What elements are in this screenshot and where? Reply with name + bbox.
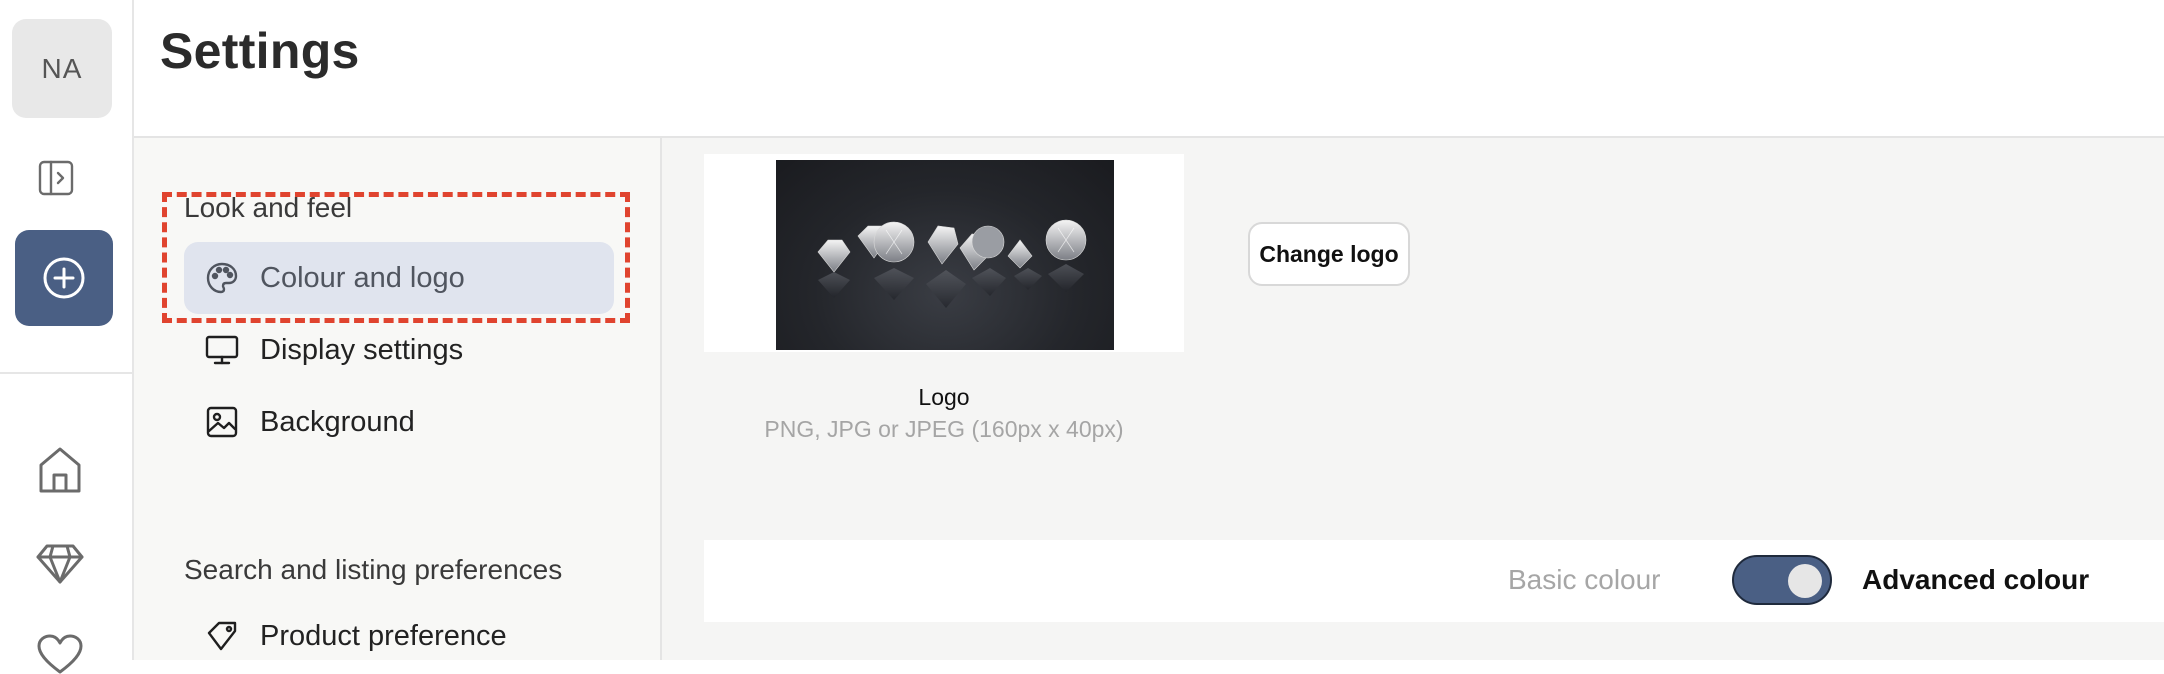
nav-item-background[interactable]: Background	[184, 386, 614, 458]
settings-nav: Look and feel Colour and logo Display se…	[134, 138, 662, 660]
logo-caption: Logo	[918, 384, 970, 410]
avatar[interactable]: NA	[12, 19, 112, 118]
image-icon	[204, 404, 240, 440]
sidebar-expand-icon[interactable]	[36, 158, 76, 198]
nav-item-label: Colour and logo	[260, 261, 465, 294]
page-title: Settings	[160, 23, 360, 79]
nav-group-title-search-and-listing: Search and listing preferences	[184, 554, 563, 585]
nav-item-display-settings[interactable]: Display settings	[184, 314, 614, 386]
add-button[interactable]	[15, 230, 113, 326]
diamond-icon[interactable]	[34, 540, 86, 588]
advanced-colour-label: Advanced colour	[1862, 564, 2090, 595]
nav-group-title-look-and-feel: Look and feel	[184, 192, 353, 223]
icon-rail: NA	[0, 0, 134, 674]
logo-preview-card	[704, 154, 1184, 352]
nav-item-label: Product preference	[260, 619, 507, 652]
monitor-icon	[204, 332, 240, 368]
logo-format-hint: PNG, JPG or JPEG (160px x 40px)	[764, 416, 1124, 442]
colour-mode-toggle[interactable]	[1732, 555, 1832, 605]
heart-icon[interactable]	[34, 634, 86, 674]
plus-circle-icon	[43, 257, 85, 299]
nav-item-colour-and-logo[interactable]: Colour and logo	[184, 242, 614, 314]
logo-image	[776, 160, 1114, 350]
settings-content: Logo PNG, JPG or JPEG (160px x 40px) Cha…	[662, 138, 2164, 660]
home-icon[interactable]	[36, 444, 84, 496]
tag-icon	[204, 618, 240, 654]
change-logo-button[interactable]: Change logo	[1248, 222, 1410, 286]
nav-item-product-preference[interactable]: Product preference	[184, 600, 614, 672]
rail-divider	[0, 372, 132, 374]
page-header: Settings	[134, 0, 2164, 138]
colour-mode-bar: Basic colour Advanced colour	[704, 540, 2164, 622]
basic-colour-label: Basic colour	[1508, 564, 1661, 595]
toggle-knob	[1788, 564, 1822, 598]
palette-icon	[204, 260, 240, 296]
nav-item-label: Display settings	[260, 333, 464, 366]
nav-item-label: Background	[260, 405, 415, 438]
